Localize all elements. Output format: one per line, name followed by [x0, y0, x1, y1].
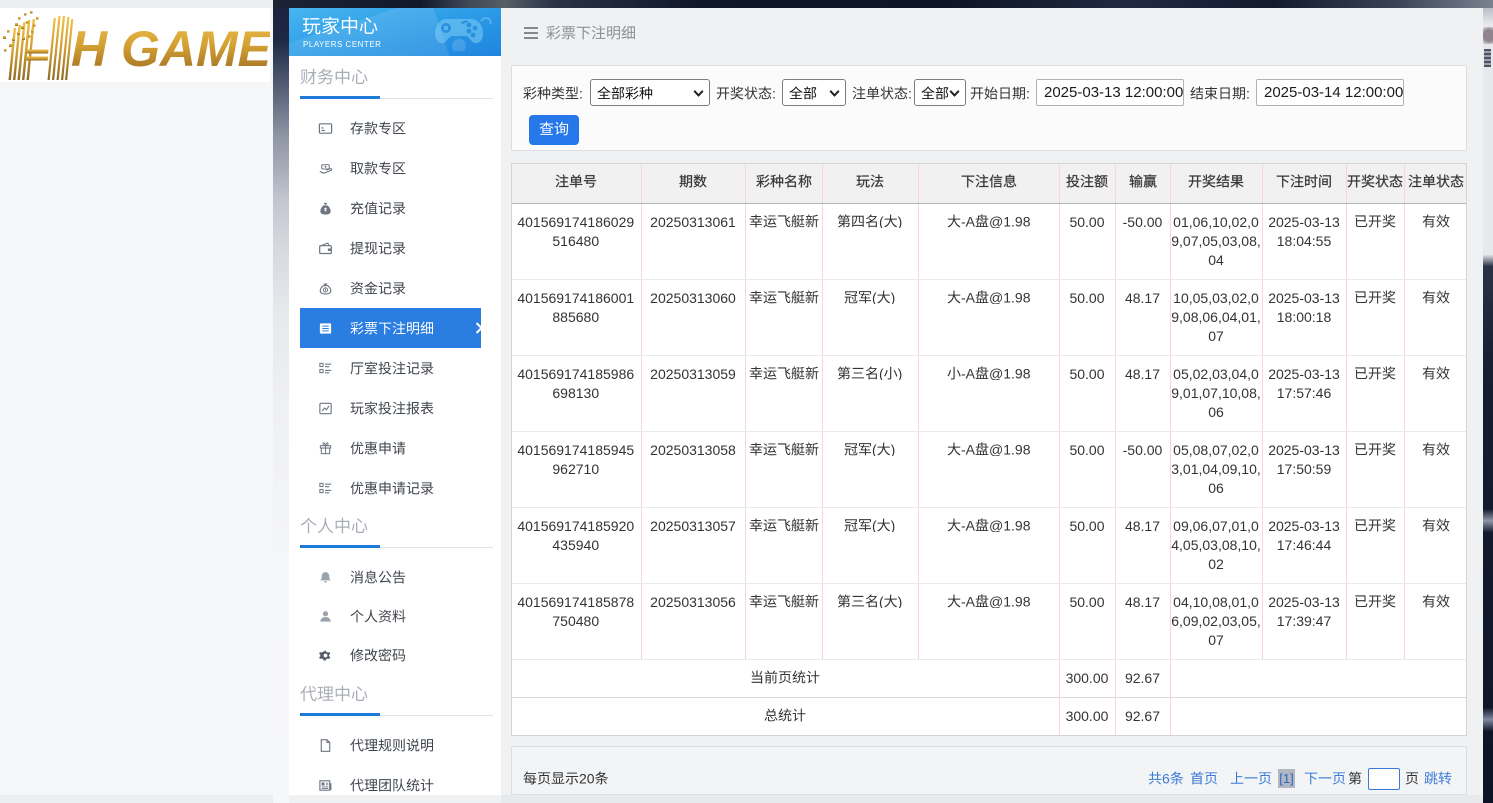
svg-text::: : [579, 86, 583, 100]
svg-text:H GAME: H GAME [71, 21, 270, 77]
svg-text::: : [908, 86, 912, 100]
svg-text::: : [772, 86, 776, 100]
svg-text:20: 20 [579, 771, 595, 785]
svg-text:6: 6 [1162, 771, 1170, 785]
svg-text::: : [1246, 86, 1250, 100]
svg-text::: : [1026, 86, 1030, 100]
